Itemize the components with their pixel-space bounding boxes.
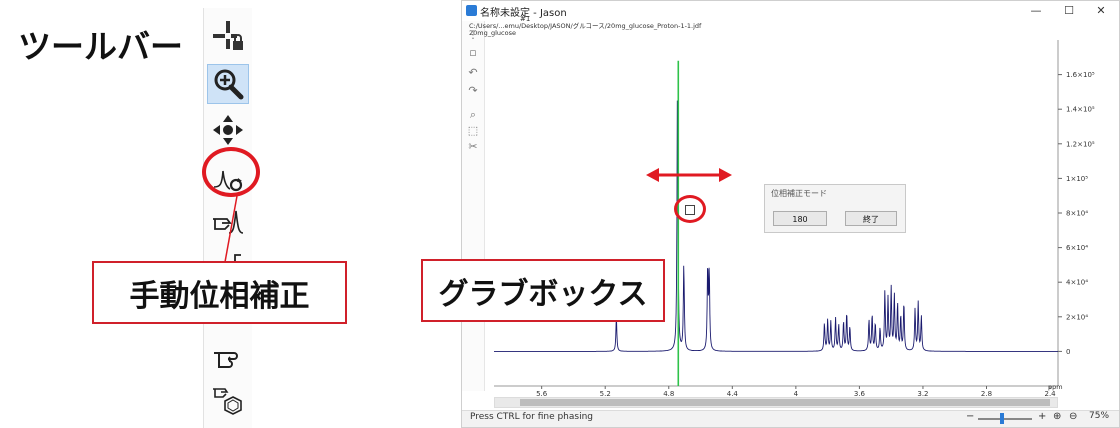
finish-button[interactable]: 終了	[845, 211, 897, 226]
manual-phase-callout-line	[224, 195, 238, 263]
zoom-fit-icon[interactable]: ⊕	[1053, 411, 1061, 422]
cut-tool-icon[interactable]: ✂	[465, 139, 481, 155]
app-side-toolbar: ⋮ ▫ ↶ ↷ ⌕ ⬚ ✂	[462, 21, 485, 391]
manual-phase-callout-text: 手動位相補正	[129, 278, 310, 314]
manual-phase-callout: 手動位相補正	[92, 261, 347, 324]
phase-mode-dialog: 位相補正モード 180 終了	[764, 184, 906, 233]
redo-icon[interactable]: ↷	[465, 83, 481, 99]
title-bar: 名称未設定 - Jason — ☐ ✕	[462, 1, 1119, 21]
zoom-in-small-button[interactable]: +	[1038, 411, 1046, 422]
close-button[interactable]: ✕	[1090, 3, 1112, 19]
y-tick-label: 1.4×10⁵	[1066, 106, 1095, 114]
drag-direction-arrow	[646, 168, 732, 182]
zoom-slider-track[interactable]	[978, 418, 1032, 420]
minimize-button[interactable]: —	[1025, 3, 1047, 19]
status-text: Press CTRL for fine phasing	[470, 412, 594, 422]
maximize-button[interactable]: ☐	[1058, 3, 1080, 19]
dialog-title: 位相補正モード	[771, 189, 827, 198]
app-logo-icon	[466, 5, 477, 16]
y-tick-label: 1.6×10⁵	[1066, 71, 1095, 79]
zoom-level: 75%	[1089, 411, 1110, 421]
phase-value-button[interactable]: 180	[773, 211, 827, 226]
y-tick-label: 4×10⁴	[1066, 279, 1088, 287]
y-tick-label: 8×10⁴	[1066, 210, 1088, 218]
zoom-reset-icon[interactable]: ⊖	[1069, 411, 1077, 422]
y-tick-label: 0	[1066, 348, 1070, 356]
y-tick-label: 2×10⁴	[1066, 313, 1088, 321]
save-icon[interactable]: ▫	[465, 45, 481, 61]
y-tick-label: 6×10⁴	[1066, 244, 1088, 252]
y-tick-label: 1.2×10⁵	[1066, 140, 1095, 148]
select-tool-icon[interactable]: ⬚	[465, 123, 481, 139]
grab-box-handle[interactable]	[685, 205, 695, 215]
y-tick-label: 1×10⁵	[1066, 175, 1088, 183]
grab-box-callout-text: グラブボックス	[438, 276, 648, 312]
zoom-out-button[interactable]: −	[966, 411, 974, 422]
grab-box-callout: グラブボックス	[421, 259, 665, 322]
undo-icon[interactable]: ↶	[465, 65, 481, 81]
scrollbar-thumb[interactable]	[520, 399, 1050, 406]
x-axis-label: ppm	[1048, 383, 1063, 391]
zoom-tool-icon[interactable]: ⌕	[465, 107, 481, 123]
zoom-slider-thumb[interactable]	[1000, 413, 1004, 424]
